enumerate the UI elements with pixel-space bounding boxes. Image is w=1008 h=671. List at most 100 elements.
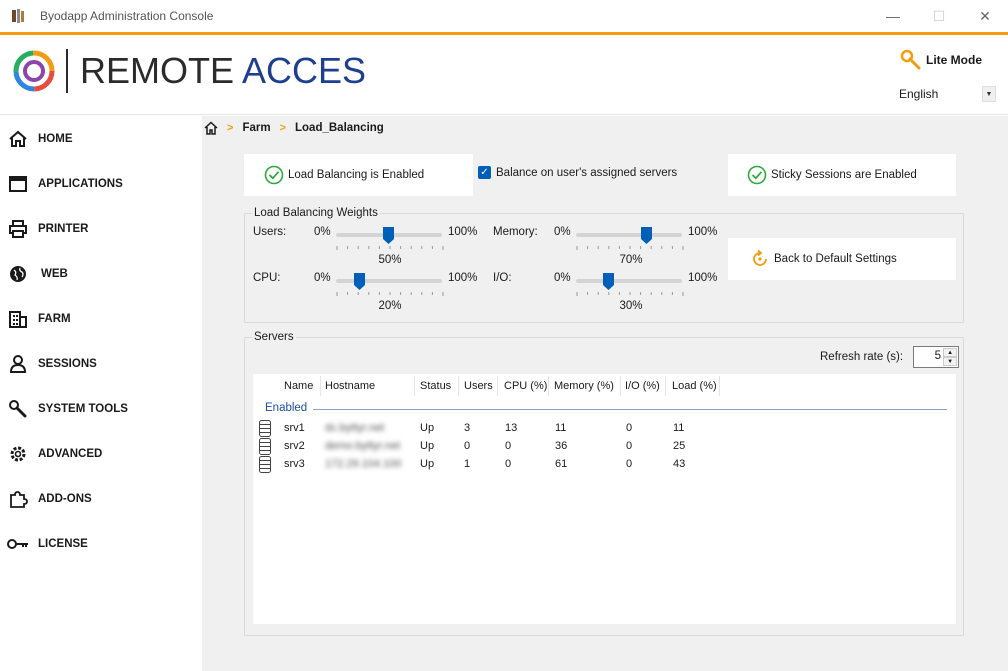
window-icon [9,175,27,192]
title-bar: Byodapp Administration Console — ☐ ✕ [0,0,1008,32]
column-header-hostname[interactable]: Hostname [325,374,375,398]
slider-max-label: 100% [448,272,478,284]
column-divider[interactable] [665,376,666,396]
slider-ticks [576,246,684,250]
column-header-status[interactable]: Status [420,374,451,398]
column-header-load[interactable]: Load (%) [672,374,717,398]
sidebar-item-label: PRINTER [38,222,89,235]
slider-track[interactable] [576,233,682,237]
slider-thumb[interactable] [354,273,365,290]
column-header-io[interactable]: I/O (%) [625,374,660,398]
slider-max-label: 100% [688,272,718,284]
slider-thumb[interactable] [641,227,652,244]
column-header-users[interactable]: Users [464,374,493,398]
balance-assigned-checkbox[interactable]: ✓ Balance on user's assigned servers [478,166,677,179]
wrench-icon [900,49,921,70]
printer-icon [9,219,27,238]
table-row[interactable]: srv2 demo.byttyr.net Up 0 0 36 0 25 [253,438,956,456]
column-divider[interactable] [719,376,720,396]
breadcrumb-load-balancing: Load_Balancing [295,122,384,134]
cell-users: 1 [464,458,471,470]
cell-load: 11 [673,422,685,434]
column-divider[interactable] [414,376,415,396]
cell-memory: 11 [555,422,567,434]
check-circle-icon [747,165,767,185]
slider-min-label: 0% [314,272,331,284]
refresh-rate-stepper[interactable]: 5 ▲ ▼ [913,346,960,368]
main-content: > Farm > Load_Balancing Load Balancing i… [202,116,1008,671]
sidebar-item-label: ADVANCED [38,447,103,460]
cell-hostname: demo.byttyr.net [325,440,401,452]
server-icon [259,456,271,473]
slider-value: 30% [619,300,643,312]
refresh-rate-label: Refresh rate (s): [820,351,904,363]
sidebar-item-advanced[interactable]: ADVANCED [0,431,202,476]
logo-word-acces: ACCES [242,50,367,91]
slider-thumb[interactable] [603,273,614,290]
back-to-default-label: Back to Default Settings [774,253,897,265]
language-select[interactable]: English ▼ [896,83,1000,105]
column-divider[interactable] [497,376,498,396]
cell-cpu: 0 [505,440,512,452]
sidebar-item-applications[interactable]: APPLICATIONS [0,161,202,206]
chevron-right-icon: > [279,122,286,134]
chevron-down-icon: ▼ [982,86,996,102]
logo-separator [66,49,68,93]
user-icon [9,354,27,373]
slider-ticks [336,292,444,296]
home-icon[interactable] [204,121,218,135]
back-to-default-button[interactable]: Back to Default Settings [728,238,956,280]
lite-mode-button[interactable]: Lite Mode [900,49,982,71]
sidebar-item-add-ons[interactable]: ADD-ONS [0,476,202,521]
refresh-rate: Refresh rate (s): 5 ▲ ▼ [820,346,960,368]
slider-thumb[interactable] [383,227,394,244]
sidebar-item-printer[interactable]: PRINTER [0,206,202,251]
sidebar-item-license[interactable]: LICENSE [0,521,202,566]
logo-mark-icon [13,50,55,92]
cell-load: 43 [673,458,686,470]
logo-word-remote: REMOTE [80,50,235,91]
column-header-name[interactable]: Name [284,374,313,398]
app-header: REMOTE ACCES Lite Mode English ▼ [0,35,1008,115]
server-icon [259,438,271,455]
cell-io: 0 [626,458,633,470]
minimize-button[interactable]: — [870,0,916,32]
stepper-down-icon[interactable]: ▼ [943,357,958,366]
stepper-up-icon[interactable]: ▲ [943,348,958,357]
breadcrumb-farm[interactable]: Farm [242,122,270,134]
column-divider[interactable] [620,376,621,396]
lb-enabled-text: Load Balancing is Enabled [288,169,425,181]
column-divider[interactable] [458,376,459,396]
window-title: Byodapp Administration Console [40,9,214,23]
cell-name: srv1 [284,422,305,434]
slider-min-label: 0% [554,226,571,238]
cell-name: srv2 [284,440,305,452]
cell-memory: 36 [555,440,568,452]
sidebar-item-home[interactable]: HOME [0,116,202,161]
sidebar-item-web[interactable]: WEB [0,251,202,296]
building-icon [9,310,27,328]
slider-track[interactable] [576,279,682,283]
sidebar-item-sessions[interactable]: SESSIONS [0,341,202,386]
slider-track[interactable] [336,279,442,283]
group-enabled-label[interactable]: Enabled [265,402,307,414]
slider-label: CPU: [253,272,281,284]
column-header-memory[interactable]: Memory (%) [554,374,614,398]
globe-icon [10,265,26,282]
sidebar-item-system-tools[interactable]: SYSTEM TOOLS [0,386,202,431]
table-row[interactable]: srv1 dc.byttyr.net Up 3 13 11 0 11 [253,420,956,438]
checkbox-checked-icon: ✓ [478,166,491,179]
slider-min-label: 0% [554,272,571,284]
cell-cpu: 0 [505,458,512,470]
slider-value: 20% [378,300,402,312]
column-header-cpu[interactable]: CPU (%) [504,374,547,398]
column-divider[interactable] [548,376,549,396]
maximize-button[interactable]: ☐ [916,0,962,32]
puzzle-icon [10,490,28,508]
column-divider[interactable] [320,376,321,396]
close-button[interactable]: ✕ [962,0,1008,32]
cell-status: Up [420,422,435,434]
sidebar-item-farm[interactable]: FARM [0,296,202,341]
table-row[interactable]: srv3 172.29.104.100 Up 1 0 61 0 43 [253,456,956,474]
sidebar-item-label: SYSTEM TOOLS [38,402,128,415]
